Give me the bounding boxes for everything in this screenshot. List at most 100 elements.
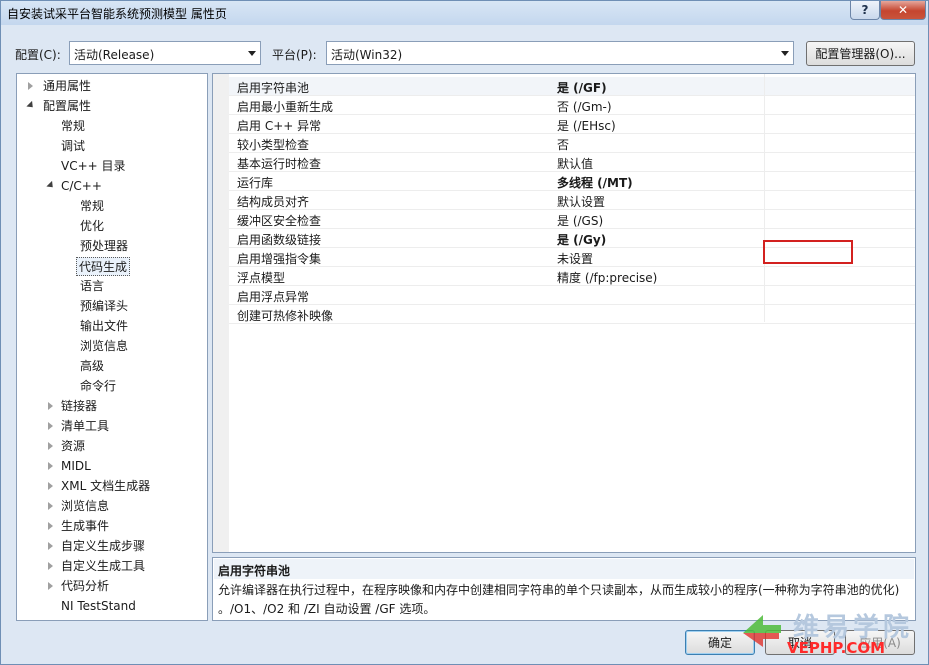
property-value[interactable]: 未设置: [557, 250, 593, 267]
property-name: 启用浮点异常: [237, 290, 310, 304]
config-manager-button[interactable]: 配置管理器(O)...: [806, 41, 915, 66]
tree-item-common-properties[interactable]: 通用属性: [25, 77, 93, 96]
tree-item-precompiled-headers[interactable]: 预编译头: [78, 297, 130, 316]
property-name: 启用字符串池: [237, 81, 310, 95]
expand-arrow-icon[interactable]: [28, 82, 33, 90]
collapse-arrow-icon[interactable]: [46, 180, 56, 191]
property-name: 启用最小重新生成: [237, 100, 334, 114]
tree-item-browse-information[interactable]: 浏览信息: [78, 337, 130, 356]
expand-arrow-icon[interactable]: [48, 482, 53, 490]
tree-item-label: 通用属性: [43, 79, 92, 93]
tree-item-language[interactable]: 语言: [78, 277, 106, 296]
property-row-struct-member-alignment[interactable]: 结构成员对齐 默认设置: [229, 191, 915, 210]
property-name: 启用函数级链接: [237, 233, 322, 247]
platform-dropdown[interactable]: 活动(Win32): [326, 41, 794, 65]
chevron-down-icon: [781, 51, 789, 56]
expand-arrow-icon[interactable]: [48, 582, 53, 590]
tree-item-configuration-properties[interactable]: 配置属性: [25, 97, 93, 116]
tree-item-optimization[interactable]: 优化: [78, 217, 106, 236]
property-row-buffer-security-check[interactable]: 缓冲区安全检查 是 (/GS): [229, 210, 915, 229]
tree-item-resources[interactable]: 资源: [45, 437, 87, 456]
column-divider[interactable]: [764, 74, 765, 322]
expand-arrow-icon[interactable]: [48, 562, 53, 570]
tree-item-label: 自定义生成工具: [61, 559, 146, 573]
tree-item-midl[interactable]: MIDL: [45, 457, 93, 476]
tree-item-command-line[interactable]: 命令行: [78, 377, 118, 396]
tree-item-ni-teststand[interactable]: NI TestStand: [59, 597, 138, 616]
watermark-site-text: VEPHP.COM: [787, 639, 886, 657]
property-grid[interactable]: 启用字符串池 是 (/GF) 启用最小重新生成 否 (/Gm-) 启用 C++ …: [212, 73, 916, 553]
title-bar[interactable]: 自安装试采平台智能系统预测模型 属性页 ? ✕: [1, 1, 928, 25]
property-name: 结构成员对齐: [237, 195, 310, 209]
expand-arrow-icon[interactable]: [48, 522, 53, 530]
property-name: 创建可热修补映像: [237, 309, 334, 323]
runtime-library-highlight-box: [763, 240, 853, 264]
property-value[interactable]: 默认值: [557, 155, 593, 172]
tree-item-browse-info[interactable]: 浏览信息: [45, 497, 111, 516]
tree-item-label: 资源: [61, 439, 86, 453]
tree-item-label: MIDL: [61, 459, 91, 473]
tree-item-custom-build-tool[interactable]: 自定义生成工具: [45, 557, 147, 576]
expand-arrow-icon[interactable]: [48, 542, 53, 550]
property-row-basic-runtime-checks[interactable]: 基本运行时检查 默认值: [229, 153, 915, 172]
property-row-floating-point-exceptions[interactable]: 启用浮点异常: [229, 286, 915, 305]
property-value[interactable]: 是 (/EHsc): [557, 117, 616, 134]
property-row-runtime-library[interactable]: 运行库 多线程 (/MT): [229, 172, 915, 191]
tree-item-custom-build-step[interactable]: 自定义生成步骤: [45, 537, 147, 556]
expand-arrow-icon[interactable]: [48, 402, 53, 410]
tree-item-code-analysis[interactable]: 代码分析: [45, 577, 111, 596]
tree-item-general[interactable]: 常规: [59, 117, 87, 136]
expand-arrow-icon[interactable]: [48, 462, 53, 470]
property-row-string-pooling[interactable]: 启用字符串池 是 (/GF): [229, 77, 915, 96]
property-value[interactable]: 是 (/Gy): [557, 231, 606, 248]
property-value[interactable]: 是 (/GF): [557, 79, 607, 96]
property-row-floating-point-model[interactable]: 浮点模型 精度 (/fp:precise): [229, 267, 915, 286]
property-name: 浮点模型: [237, 271, 286, 285]
property-pages-window: 自安装试采平台智能系统预测模型 属性页 ? ✕ 配置(C): 活动(Releas…: [0, 0, 929, 665]
property-row-smaller-type-check[interactable]: 较小类型检查 否: [229, 134, 915, 153]
property-row-minimal-rebuild[interactable]: 启用最小重新生成 否 (/Gm-): [229, 96, 915, 115]
tree-item-label: 链接器: [61, 399, 98, 413]
tree-item-output-files[interactable]: 输出文件: [78, 317, 130, 336]
expand-arrow-icon[interactable]: [48, 422, 53, 430]
config-dropdown[interactable]: 活动(Release): [69, 41, 261, 65]
property-value[interactable]: 否 (/Gm-): [557, 98, 612, 115]
watermark: 维易学院 VEPHP.COM: [729, 607, 919, 659]
property-value[interactable]: 否: [557, 136, 569, 153]
collapse-arrow-icon[interactable]: [26, 100, 36, 111]
chevron-down-icon: [248, 51, 256, 56]
tree-item-linker[interactable]: 链接器: [45, 397, 99, 416]
property-value[interactable]: 精度 (/fp:precise): [557, 269, 657, 286]
property-name: 缓冲区安全检查: [237, 214, 322, 228]
tree-item-advanced[interactable]: 高级: [78, 357, 106, 376]
tree-item-debugging[interactable]: 调试: [59, 137, 87, 156]
close-button[interactable]: ✕: [880, 1, 926, 20]
tree-item-manifest-tool[interactable]: 清单工具: [45, 417, 111, 436]
tree-item-build-events[interactable]: 生成事件: [45, 517, 111, 536]
property-row-cpp-exceptions[interactable]: 启用 C++ 异常 是 (/EHsc): [229, 115, 915, 134]
watermark-logo-icon: [743, 615, 781, 647]
property-value[interactable]: 多线程 (/MT): [557, 174, 633, 191]
tree-item-label: XML 文档生成器: [61, 479, 151, 493]
tree-item-vc-directories[interactable]: VC++ 目录: [59, 157, 128, 176]
tree-item-code-generation[interactable]: 代码生成: [76, 257, 131, 276]
tree-item-label: 代码分析: [61, 579, 110, 593]
property-name: 基本运行时检查: [237, 157, 322, 171]
property-name: 较小类型检查: [237, 138, 310, 152]
property-value[interactable]: 默认设置: [557, 193, 605, 210]
description-title: 启用字符串池: [214, 559, 914, 579]
property-tree[interactable]: 通用属性 配置属性 常规 调试 VC++ 目录 C/C++ 常规 优化 预处理器…: [16, 73, 208, 621]
grid-gutter: [213, 74, 229, 552]
help-button[interactable]: ?: [850, 1, 880, 20]
expand-arrow-icon[interactable]: [48, 502, 53, 510]
tree-item-cpp-general[interactable]: 常规: [78, 197, 106, 216]
tree-item-label: 自定义生成步骤: [61, 539, 146, 553]
tree-item-c-cpp[interactable]: C/C++: [45, 177, 104, 196]
tree-item-xml-doc-generator[interactable]: XML 文档生成器: [45, 477, 152, 496]
property-name: 启用 C++ 异常: [237, 119, 322, 133]
property-row-hotpatchable-image[interactable]: 创建可热修补映像: [229, 305, 915, 324]
expand-arrow-icon[interactable]: [48, 442, 53, 450]
property-value[interactable]: 是 (/GS): [557, 212, 603, 229]
platform-dropdown-value: 活动(Win32): [331, 48, 403, 62]
tree-item-preprocessor[interactable]: 预处理器: [78, 237, 130, 256]
